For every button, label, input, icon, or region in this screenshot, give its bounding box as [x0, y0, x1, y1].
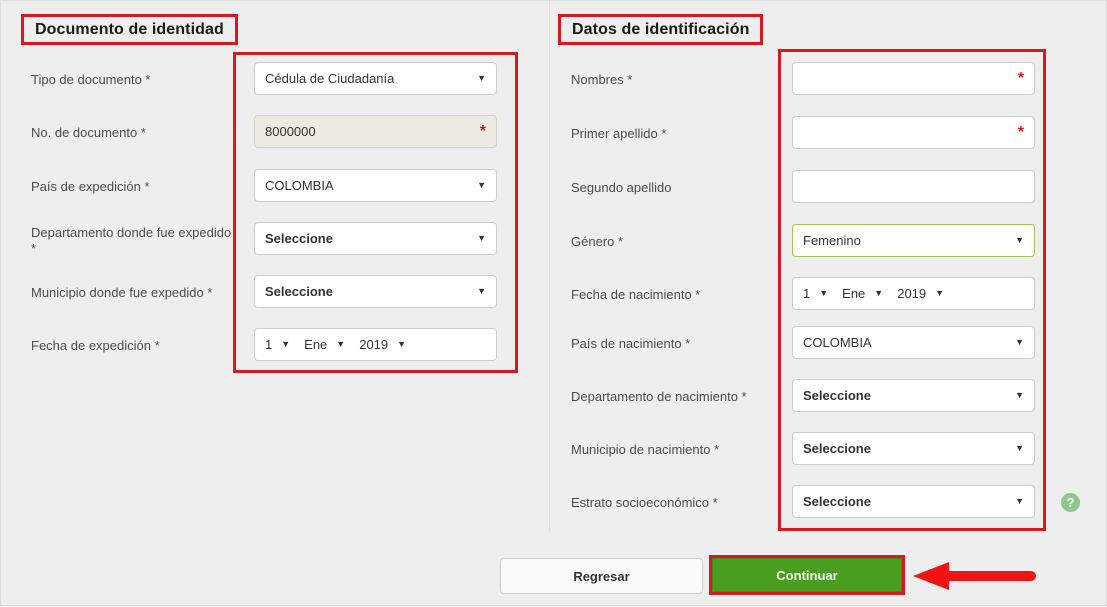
label-municipio-nacimiento: Municipio de nacimiento * [571, 442, 720, 457]
section-title-datos-identificacion: Datos de identificación [558, 14, 764, 45]
select-municipio-expedicion[interactable]: Seleccione ▼ [254, 275, 497, 308]
select-pais-de-nacimiento[interactable]: COLOMBIA ▼ [792, 326, 1035, 359]
back-button[interactable]: Regresar [500, 558, 703, 594]
label-fecha-de-nacimiento: Fecha de nacimiento * [571, 287, 701, 302]
chevron-down-icon: ▼ [935, 288, 945, 298]
label-tipo-de-documento: Tipo de documento * [31, 72, 151, 87]
label-estrato-socioeconomico: Estrato socioeconómico * [571, 495, 718, 510]
select-mes-expedicion-value: Ene [304, 337, 328, 352]
chevron-down-icon: ▼ [1015, 443, 1024, 453]
select-anio-expedicion[interactable]: 2019 ▼ [359, 337, 406, 352]
input-no-de-documento-value: 8000000 [265, 124, 316, 139]
select-municipio-expedicion-value: Seleccione [265, 284, 333, 299]
select-dia-expedicion[interactable]: 1 ▼ [265, 337, 290, 352]
select-departamento-nacimiento-value: Seleccione [803, 388, 871, 403]
label-segundo-apellido: Segundo apellido [571, 180, 672, 195]
chevron-down-icon: ▼ [1015, 496, 1024, 506]
highlight-box-continue-button: Continuar [709, 555, 905, 595]
label-genero: Género * [571, 234, 624, 249]
highlight-box-documento-identidad [233, 52, 518, 373]
select-estrato-socioeconomico[interactable]: Seleccione ▼ [792, 485, 1035, 518]
chevron-down-icon: ▼ [477, 233, 486, 243]
select-anio-expedicion-value: 2019 [359, 337, 389, 352]
date-group-expedicion: 1 ▼ Ene ▼ 2019 ▼ [254, 328, 497, 361]
input-nombres[interactable]: * [792, 62, 1035, 95]
section-title-documento-identidad: Documento de identidad [21, 14, 238, 45]
label-no-de-documento: No. de documento * [31, 125, 146, 140]
required-asterisk-icon: * [479, 122, 486, 140]
chevron-down-icon: ▼ [1015, 235, 1024, 245]
select-pais-de-expedicion-value: COLOMBIA [265, 178, 334, 193]
label-primer-apellido: Primer apellido * [571, 126, 667, 141]
select-genero-value: Femenino [803, 233, 861, 248]
label-departamento-expedicion: Departamento donde fue expedido * [31, 225, 232, 256]
label-pais-de-expedicion: País de expedición * [31, 179, 150, 194]
input-no-de-documento[interactable]: 8000000 * [254, 115, 497, 148]
select-dia-nacimiento[interactable]: 1 ▼ [803, 286, 828, 301]
chevron-down-icon: ▼ [819, 288, 829, 298]
chevron-down-icon: ▼ [477, 180, 486, 190]
chevron-down-icon: ▼ [874, 288, 884, 298]
label-nombres: Nombres * [571, 72, 633, 87]
input-primer-apellido[interactable]: * [792, 116, 1035, 149]
label-municipio-expedicion: Municipio donde fue expedido * [31, 285, 213, 300]
select-municipio-nacimiento[interactable]: Seleccione ▼ [792, 432, 1035, 465]
continue-button[interactable]: Continuar [712, 558, 902, 592]
chevron-down-icon: ▼ [397, 339, 407, 349]
select-departamento-expedicion-value: Seleccione [265, 231, 333, 246]
input-segundo-apellido[interactable] [792, 170, 1035, 203]
select-mes-expedicion[interactable]: Ene ▼ [304, 337, 345, 352]
date-group-nacimiento: 1 ▼ Ene ▼ 2019 ▼ [792, 277, 1035, 310]
chevron-down-icon: ▼ [1015, 337, 1024, 347]
select-tipo-de-documento-value: Cédula de Ciudadanía [265, 71, 395, 86]
select-mes-nacimiento[interactable]: Ene ▼ [842, 286, 883, 301]
select-genero[interactable]: Femenino ▼ [792, 224, 1035, 257]
select-estrato-socioeconomico-value: Seleccione [803, 494, 871, 509]
select-tipo-de-documento[interactable]: Cédula de Ciudadanía ▼ [254, 62, 497, 95]
required-asterisk-icon: * [1017, 123, 1024, 141]
form-page: Documento de identidad Datos de identifi… [1, 1, 1107, 607]
select-pais-de-nacimiento-value: COLOMBIA [803, 335, 872, 350]
select-municipio-nacimiento-value: Seleccione [803, 441, 871, 456]
select-dia-expedicion-value: 1 [265, 337, 273, 352]
chevron-down-icon: ▼ [477, 73, 486, 83]
select-anio-nacimiento-value: 2019 [897, 286, 927, 301]
column-divider [549, 1, 550, 532]
chevron-down-icon: ▼ [1015, 390, 1024, 400]
select-departamento-nacimiento[interactable]: Seleccione ▼ [792, 379, 1035, 412]
select-departamento-expedicion[interactable]: Seleccione ▼ [254, 222, 497, 255]
select-dia-nacimiento-value: 1 [803, 286, 811, 301]
required-asterisk-icon: * [1017, 69, 1024, 87]
chevron-down-icon: ▼ [477, 286, 486, 296]
chevron-down-icon: ▼ [281, 339, 291, 349]
annotation-arrow-icon [913, 562, 1036, 590]
select-anio-nacimiento[interactable]: 2019 ▼ [897, 286, 944, 301]
label-departamento-nacimiento: Departamento de nacimiento * [571, 389, 747, 404]
chevron-down-icon: ▼ [336, 339, 346, 349]
help-icon[interactable]: ? [1061, 493, 1080, 512]
label-pais-de-nacimiento: País de nacimiento * [571, 336, 691, 351]
select-pais-de-expedicion[interactable]: COLOMBIA ▼ [254, 169, 497, 202]
select-mes-nacimiento-value: Ene [842, 286, 866, 301]
label-fecha-de-expedicion: Fecha de expedición * [31, 338, 160, 353]
